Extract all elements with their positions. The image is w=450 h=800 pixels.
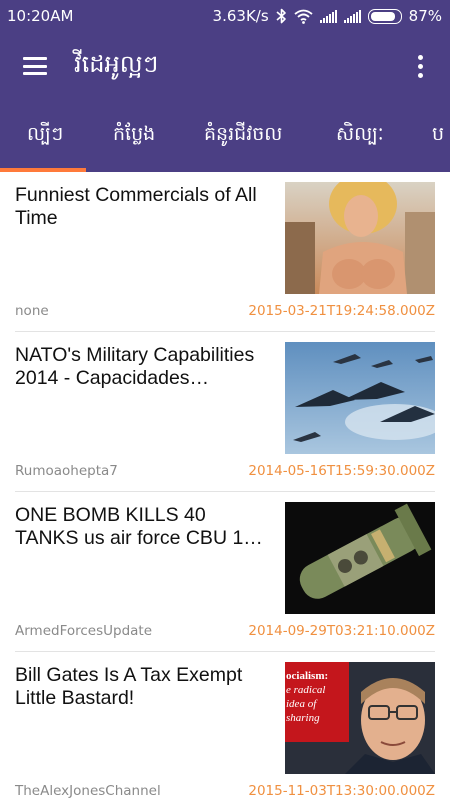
video-source: TheAlexJonesChannel xyxy=(15,783,161,799)
more-vert-icon[interactable] xyxy=(400,46,440,86)
status-icons: 3.63K/s 87% xyxy=(213,7,442,25)
hamburger-icon[interactable] xyxy=(23,57,47,75)
signal-icon xyxy=(343,9,361,23)
video-card[interactable]: ONE BOMB KILLS 40 TANKS us air force CBU… xyxy=(15,492,435,652)
video-card[interactable]: NATO's Military Capabilities 2014 - Capa… xyxy=(15,332,435,492)
battery-fill xyxy=(370,11,396,21)
video-title[interactable]: ONE BOMB KILLS 40 TANKS us air force CBU… xyxy=(15,504,273,550)
video-source: ArmedForcesUpdate xyxy=(15,623,153,639)
video-date: 2014-05-16T15:59:30.000Z xyxy=(248,463,435,479)
network-speed: 3.63K/s xyxy=(212,7,269,25)
video-title[interactable]: NATO's Military Capabilities 2014 - Capa… xyxy=(15,344,273,390)
status-time: 10:20AM xyxy=(7,7,74,25)
svg-text:idea of: idea of xyxy=(286,698,318,710)
app-bar: វីដេអូល្អៗ xyxy=(0,32,450,100)
wifi-icon xyxy=(294,9,313,24)
video-thumbnail[interactable] xyxy=(285,182,435,294)
tab-bar: ល្បីៗ កំប្លែង គំនូរជីវចល សិល្បៈ ប xyxy=(0,100,450,172)
battery-percent: 87% xyxy=(408,7,442,25)
video-source: Rumoaohepta7 xyxy=(15,463,118,479)
video-date: 2015-03-21T19:24:58.000Z xyxy=(248,303,435,319)
video-date: 2015-11-03T13:30:00.000Z xyxy=(248,783,435,799)
app-title: វីដេអូល្អៗ xyxy=(74,49,159,78)
tab-more[interactable]: ប xyxy=(432,100,444,172)
video-thumbnail[interactable]: ocialism: e radical idea of sharing xyxy=(285,662,435,774)
video-feed[interactable]: Funniest Commercials of All Time none 20… xyxy=(0,172,450,800)
status-bar: 10:20AM 3.63K/s 87% xyxy=(0,0,450,32)
battery-icon xyxy=(367,8,402,24)
video-title[interactable]: Funniest Commercials of All Time xyxy=(15,184,273,230)
video-thumbnail[interactable] xyxy=(285,342,435,454)
video-title[interactable]: Bill Gates Is A Tax Exempt Little Bastar… xyxy=(15,664,273,710)
tab-art[interactable]: សិល្បៈ xyxy=(336,100,384,172)
tab-animation[interactable]: គំនូរជីវចល xyxy=(204,100,282,172)
signal-icon xyxy=(319,9,337,23)
svg-text:sharing: sharing xyxy=(286,712,320,724)
svg-text:e radical: e radical xyxy=(286,684,325,696)
video-thumbnail[interactable] xyxy=(285,502,435,614)
video-card[interactable]: Bill Gates Is A Tax Exempt Little Bastar… xyxy=(15,652,435,800)
svg-text:ocialism:: ocialism: xyxy=(286,670,328,682)
video-source: none xyxy=(15,303,49,319)
tab-popular[interactable]: ល្បីៗ xyxy=(27,100,63,172)
video-date: 2014-09-29T03:21:10.000Z xyxy=(248,623,435,639)
tab-comedy[interactable]: កំប្លែង xyxy=(113,100,155,172)
video-card[interactable]: Funniest Commercials of All Time none 20… xyxy=(15,172,435,332)
bluetooth-icon xyxy=(276,8,286,24)
